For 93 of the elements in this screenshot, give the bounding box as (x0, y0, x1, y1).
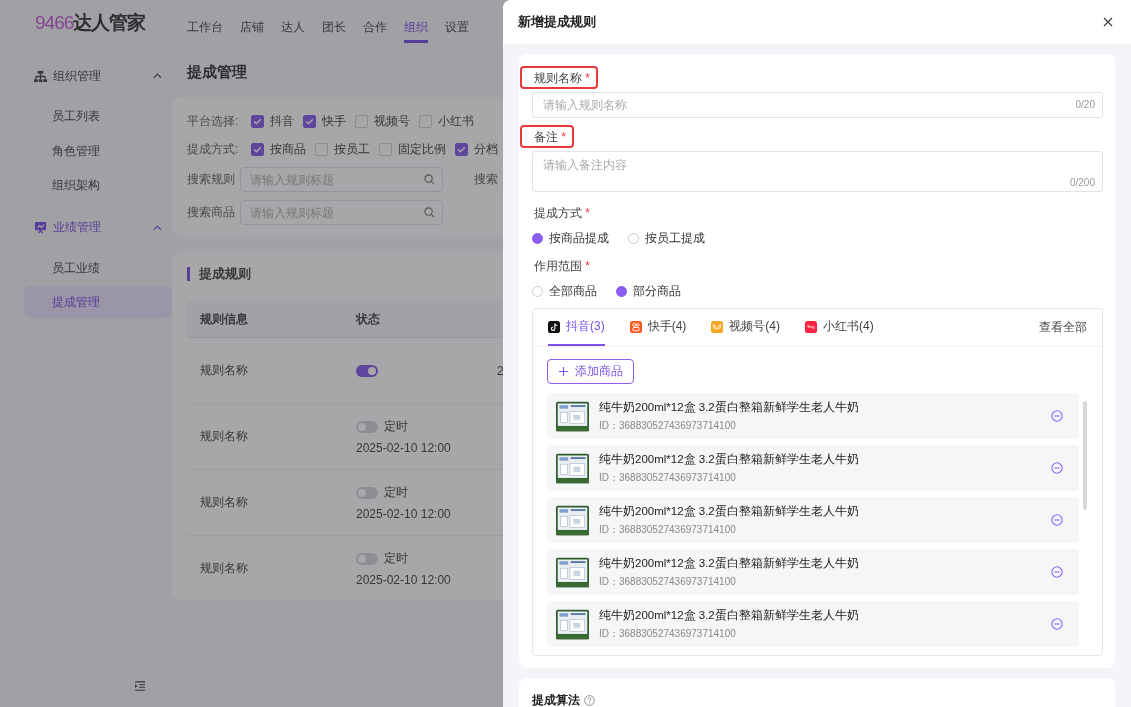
char-counter: 0/20 (1075, 99, 1095, 110)
toggle-switch[interactable] (356, 486, 378, 499)
chart-board-icon (34, 221, 47, 234)
remove-icon[interactable] (1051, 462, 1063, 474)
remove-icon[interactable] (1051, 514, 1063, 526)
product-name: 纯牛奶200ml*12盒 3.2蛋白整箱新鲜学生老人牛奶 (599, 607, 860, 623)
product-id: ID：368830527436973714100 (599, 574, 737, 589)
toggle-switch[interactable] (356, 420, 378, 433)
field-label: 规则名称 * (520, 66, 598, 89)
column-header: 状态 (356, 310, 381, 328)
remove-icon[interactable] (1051, 618, 1063, 630)
filter-checkbox[interactable]: 快手 (303, 112, 346, 130)
search-icon (424, 174, 435, 185)
product-id: ID：368830527436973714100 (599, 522, 737, 537)
product-name: 纯牛奶200ml*12盒 3.2蛋白整箱新鲜学生老人牛奶 (599, 503, 860, 519)
help-icon[interactable] (584, 695, 595, 706)
product-name: 纯牛奶200ml*12盒 3.2蛋白整箱新鲜学生老人牛奶 (599, 399, 860, 415)
sidebar-group[interactable]: 业绩管理 (24, 217, 172, 238)
radio-option[interactable]: 按员工提成 (628, 230, 705, 247)
book-icon (805, 320, 817, 333)
filter-label: 搜索商品 (187, 204, 236, 221)
filter-checkbox[interactable]: 固定比例 (379, 140, 446, 158)
filter-checkbox[interactable]: 按员工 (315, 140, 370, 158)
sidebar-item[interactable]: 员工业绩 (24, 251, 172, 284)
chevron-icon (153, 73, 162, 79)
column-header: 规则信息 (199, 310, 249, 328)
nav-tab[interactable]: 合作 (363, 9, 387, 43)
filter-label: 平台选择: (187, 112, 240, 130)
filter-label: 搜索规则 (187, 171, 236, 188)
drawer-title: 新增提成规则 (518, 13, 597, 31)
sidebar-item[interactable]: 员工列表 (24, 100, 172, 132)
filter-label: 提成方式: (187, 140, 240, 158)
radio-option[interactable]: 按商品提成 (532, 230, 609, 247)
camera-icon (629, 320, 642, 333)
table-cell-text: 规则名称 (199, 428, 249, 445)
remove-icon[interactable] (1051, 410, 1063, 422)
chevron-icon (153, 224, 162, 231)
radio-option[interactable]: 全部商品 (532, 283, 597, 300)
view-all-link[interactable]: 查看全部 (1039, 319, 1087, 336)
platform-tab[interactable]: 小红书(4) (805, 309, 874, 346)
music-note-icon (548, 320, 560, 333)
platform-tab[interactable]: 快手(4) (629, 309, 687, 346)
section-title: 提成算法 (532, 692, 580, 707)
sidebar-item[interactable]: 提成管理 (24, 286, 172, 318)
table-cell-text: 规则名称 (199, 560, 249, 577)
radio-option[interactable]: 部分商品 (616, 283, 681, 300)
filter-checkbox[interactable]: 小红书 (419, 112, 474, 130)
platform-tab[interactable]: 抖音(3) (548, 309, 605, 346)
platform-tab[interactable]: 视频号(4) (711, 309, 780, 346)
nav-tab[interactable]: 团长 (322, 9, 346, 43)
nav-tab[interactable]: 工作台 (187, 9, 223, 43)
remove-icon[interactable] (1051, 566, 1063, 578)
field-label: 提成方式 * (533, 205, 591, 222)
nav-tab[interactable]: 店铺 (240, 9, 264, 43)
product-id: ID：368830527436973714100 (599, 418, 737, 433)
field-label: 备注 * (520, 125, 574, 148)
schedule-label: 定时 (384, 418, 408, 435)
toggle-switch[interactable] (356, 364, 378, 377)
table-cell-text: 规则名称 (199, 494, 249, 511)
filter-checkbox[interactable]: 抖音 (251, 112, 294, 130)
page-title: 提成管理 (187, 63, 248, 82)
app-logo: 9466达人管家 (34, 11, 147, 35)
filter-label: 搜索 (474, 171, 498, 188)
product-id: ID：368830527436973714100 (599, 470, 737, 485)
product-name: 纯牛奶200ml*12盒 3.2蛋白整箱新鲜学生老人牛奶 (599, 555, 860, 571)
table-cell-text: 2025-02-10 12:00 (356, 441, 452, 455)
product-name: 纯牛奶200ml*12盒 3.2蛋白整箱新鲜学生老人牛奶 (599, 451, 860, 467)
sidebar-item[interactable]: 角色管理 (24, 134, 172, 167)
sidebar-group[interactable]: 组织管理 (24, 66, 172, 86)
schedule-label: 定时 (384, 484, 408, 501)
nav-tab[interactable]: 达人 (281, 9, 305, 43)
add-product-button[interactable]: 添加商品 (547, 359, 634, 384)
toggle-switch[interactable] (356, 552, 378, 565)
table-cell-text: 2025-02-10 12:00 (356, 507, 452, 521)
scrollbar[interactable] (1083, 401, 1087, 510)
butterfly-icon (711, 320, 724, 333)
table-cell-text: 规则名称 (199, 362, 249, 379)
filter-checkbox[interactable]: 视频号 (355, 112, 410, 130)
collapse-menu-icon[interactable] (134, 681, 146, 691)
table-cell-text: 2 (497, 363, 505, 378)
product-id: ID：368830527436973714100 (599, 626, 737, 641)
sidebar-item[interactable]: 组织架构 (24, 169, 172, 201)
filter-checkbox[interactable]: 按商品 (251, 140, 306, 158)
filter-checkbox[interactable]: 分档 (455, 140, 498, 158)
nav-tab[interactable]: 组织 (404, 9, 428, 43)
close-icon[interactable] (1103, 17, 1113, 27)
org-chart-icon (34, 69, 47, 83)
schedule-label: 定时 (384, 550, 408, 567)
plus-icon (558, 367, 568, 376)
table-cell-text: 2025-02-10 12:00 (356, 573, 452, 587)
nav-tab[interactable]: 设置 (445, 9, 469, 43)
search-icon (424, 207, 435, 218)
char-counter: 0/200 (1069, 177, 1095, 188)
